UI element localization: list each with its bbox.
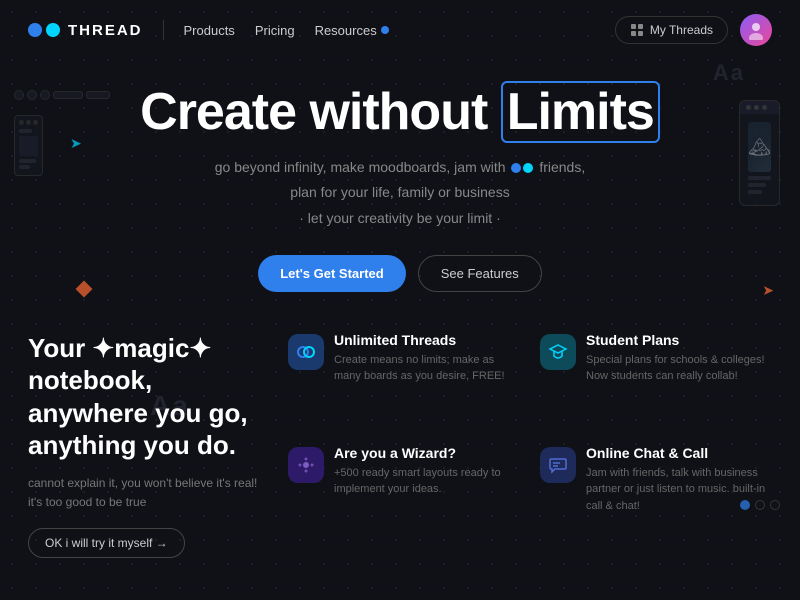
chat-feature-icon — [548, 455, 568, 475]
logo-dot-blue — [28, 23, 42, 37]
feature-card-0: Unlimited Threads Create means no limits… — [288, 332, 520, 429]
left-panel: Your ✦magic✦ notebook, anywhere you go, … — [28, 332, 288, 558]
friends-dots — [511, 163, 533, 173]
avatar-icon — [746, 20, 766, 40]
friend-dot-2 — [523, 163, 533, 173]
nav-link-products[interactable]: Products — [184, 23, 235, 38]
features-grid: Unlimited Threads Create means no limits… — [288, 332, 772, 558]
feature-content-3: Online Chat & Call Jam with friends, tal… — [586, 445, 772, 515]
magic-title: Your ✦magic✦ notebook, anywhere you go, … — [28, 332, 258, 462]
friend-dot-1 — [511, 163, 521, 173]
logo[interactable]: THREAD — [28, 22, 143, 39]
nav-link-pricing[interactable]: Pricing — [255, 23, 295, 38]
feature-content-0: Unlimited Threads Create means no limits… — [334, 332, 520, 385]
feature-card-1: Student Plans Special plans for schools … — [540, 332, 772, 429]
resources-badge — [381, 26, 389, 34]
student-feature-icon — [548, 342, 568, 362]
feature-icon-1 — [540, 334, 576, 370]
feature-icon-0 — [288, 334, 324, 370]
navbar: THREAD Products Pricing Resources My Thr… — [0, 0, 800, 60]
feature-title-0: Unlimited Threads — [334, 332, 520, 348]
nav-divider — [163, 20, 164, 40]
feature-desc-3: Jam with friends, talk with business par… — [586, 465, 772, 515]
feature-icon-3 — [540, 447, 576, 483]
nav-link-resources[interactable]: Resources — [315, 23, 389, 38]
feature-desc-2: +500 ready smart layouts ready to implem… — [334, 465, 520, 498]
try-button[interactable]: OK i will try it myself → — [28, 528, 185, 558]
feature-title-2: Are you a Wizard? — [334, 445, 520, 461]
hero-subtitle: go beyond infinity, make moodboards, jam… — [20, 155, 780, 231]
hero-highlight: Limits — [501, 81, 660, 143]
nav-links: Products Pricing Resources — [184, 23, 389, 38]
feature-card-3: Online Chat & Call Jam with friends, tal… — [540, 445, 772, 558]
wizard-feature-icon — [296, 455, 316, 475]
hero-cta: Let's Get Started See Features — [20, 255, 780, 292]
feature-icon-2 — [288, 447, 324, 483]
hero-title: Create without Limits — [20, 84, 780, 141]
feature-content-2: Are you a Wizard? +500 ready smart layou… — [334, 445, 520, 498]
feature-desc-0: Create means no limits; make as many boa… — [334, 352, 520, 385]
feature-content-1: Student Plans Special plans for schools … — [586, 332, 772, 385]
threads-feature-icon — [296, 342, 316, 362]
feature-desc-1: Special plans for schools & colleges! No… — [586, 352, 772, 385]
threads-icon — [630, 23, 644, 37]
feature-card-2: Are you a Wizard? +500 ready smart layou… — [288, 445, 520, 558]
cta-secondary-button[interactable]: See Features — [418, 255, 542, 292]
magic-subtitle: cannot explain it, you won't believe it'… — [28, 474, 258, 512]
my-threads-button[interactable]: My Threads — [615, 16, 728, 44]
nav-right: My Threads — [615, 14, 772, 46]
hero-section: Create without Limits go beyond infinity… — [0, 60, 800, 302]
bottom-section: Your ✦magic✦ notebook, anywhere you go, … — [0, 312, 800, 558]
avatar[interactable] — [740, 14, 772, 46]
feature-title-3: Online Chat & Call — [586, 445, 772, 461]
logo-text: THREAD — [68, 22, 143, 39]
cta-primary-button[interactable]: Let's Get Started — [258, 255, 406, 292]
logo-dot-cyan — [46, 23, 60, 37]
feature-title-1: Student Plans — [586, 332, 772, 348]
